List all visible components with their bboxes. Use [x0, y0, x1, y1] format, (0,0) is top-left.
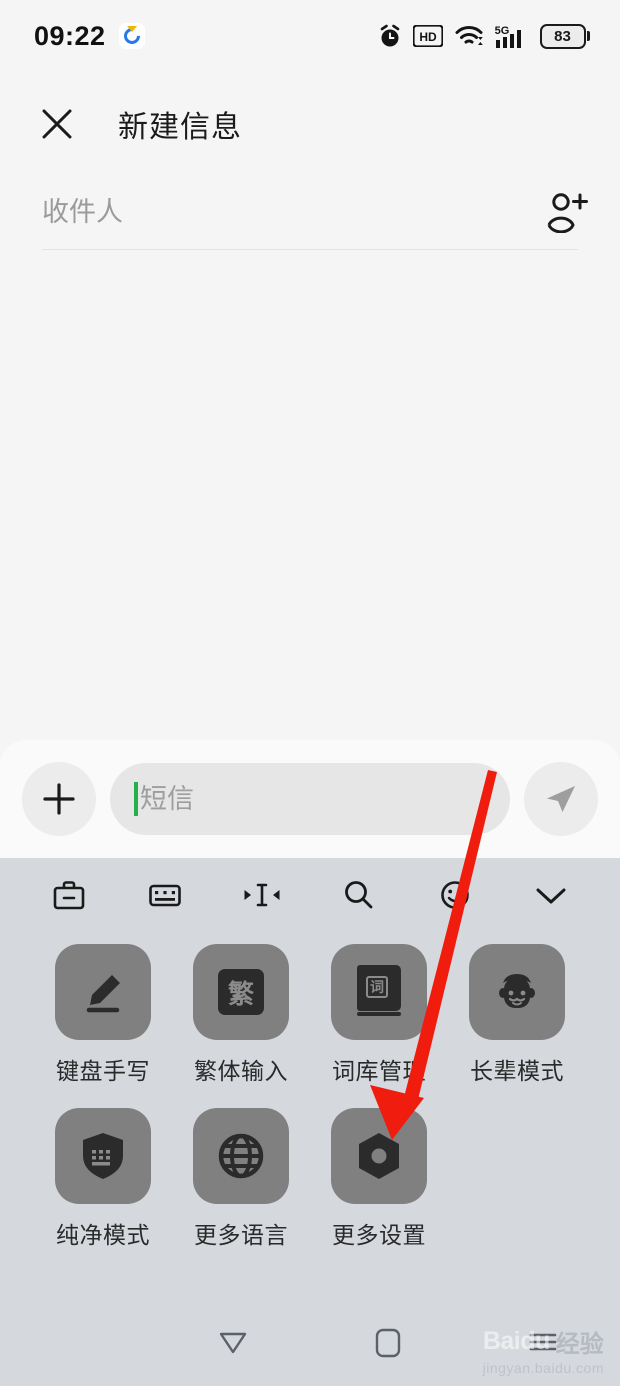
- tile-label: 繁体输入: [194, 1058, 288, 1084]
- sms-input-wrapper[interactable]: [110, 763, 510, 835]
- page-title: 新建信息: [118, 111, 242, 144]
- send-icon: [547, 786, 575, 812]
- 5g-signal-icon: 5G: [495, 23, 529, 49]
- dictionary-book-icon: 词: [331, 944, 427, 1040]
- tile-label: 纯净模式: [56, 1222, 150, 1248]
- tile-pure-mode[interactable]: 纯净模式: [34, 1108, 172, 1250]
- keyboard-icon[interactable]: [140, 870, 190, 920]
- recipient-row: [0, 176, 620, 248]
- message-list-area: [0, 250, 620, 740]
- status-bar-right: HD 5G 83: [378, 23, 590, 49]
- close-icon: [42, 109, 72, 139]
- keyboard-panel: 键盘手写 繁 繁体输入 词 词库管理 长辈模式 纯净模式 更多语言 更多设置: [0, 858, 620, 1298]
- hd-icon: HD: [412, 25, 443, 47]
- phone-screen: 09:22 HD 5G 83 新建信息 收件人 短信 键盘手写 繁 繁体输入 词…: [0, 0, 620, 1386]
- pencil-icon: [55, 944, 151, 1040]
- plus-icon: [43, 783, 75, 815]
- tile-label: 词库管理: [332, 1058, 426, 1084]
- add-contact-icon: [547, 193, 588, 233]
- tile-handwriting[interactable]: 键盘手写: [34, 944, 172, 1086]
- keyboard-toolbar: [0, 858, 620, 932]
- tile-label: 键盘手写: [56, 1058, 150, 1084]
- tile-more-languages[interactable]: 更多语言: [172, 1108, 310, 1250]
- shield-keyboard-icon: [55, 1108, 151, 1204]
- chevron-down-icon[interactable]: [526, 870, 576, 920]
- dictionary-glyph: 词: [366, 976, 388, 998]
- status-bar: 09:22 HD 5G 83: [0, 0, 620, 72]
- globe-icon: [193, 1108, 289, 1204]
- emoji-icon[interactable]: [430, 870, 480, 920]
- tile-dictionary[interactable]: 词 词库管理: [310, 944, 448, 1086]
- elder-face-icon: [469, 944, 565, 1040]
- search-icon[interactable]: [333, 870, 383, 920]
- back-button[interactable]: [155, 1298, 310, 1386]
- cursor-move-icon[interactable]: [237, 870, 287, 920]
- tile-label: 更多语言: [194, 1222, 288, 1248]
- tile-label: 长辈模式: [470, 1058, 564, 1084]
- gear-nut-icon: [331, 1108, 427, 1204]
- recipient-input[interactable]: [42, 196, 542, 228]
- home-button[interactable]: [310, 1298, 465, 1386]
- status-clock: 09:22: [34, 20, 106, 51]
- weather-app-icon: [118, 23, 145, 49]
- keyboard-feature-grid: 键盘手写 繁 繁体输入 词 词库管理 长辈模式 纯净模式 更多语言 更多设置: [0, 932, 620, 1250]
- alarm-icon: [378, 24, 402, 49]
- wifi-icon: [454, 24, 484, 48]
- status-bar-left: 09:22: [34, 21, 145, 52]
- traditional-chinese-icon: 繁: [193, 944, 289, 1040]
- add-contact-button[interactable]: [542, 188, 590, 236]
- tile-more-settings[interactable]: 更多设置: [310, 1108, 448, 1250]
- compose-bar: [0, 740, 620, 858]
- attach-button[interactable]: [22, 762, 96, 836]
- recents-menu-button[interactable]: [465, 1298, 620, 1386]
- toolbox-icon[interactable]: [44, 870, 94, 920]
- tile-label: 更多设置: [332, 1222, 426, 1248]
- send-button[interactable]: [524, 762, 598, 836]
- battery-icon: 83: [539, 23, 590, 49]
- back-icon: [219, 1332, 246, 1354]
- recents-menu-icon: [529, 1333, 556, 1351]
- system-navigation-bar: [0, 1298, 620, 1386]
- sms-input[interactable]: [138, 763, 510, 835]
- close-button[interactable]: [38, 105, 76, 143]
- tile-elder-mode[interactable]: 长辈模式: [448, 944, 586, 1086]
- traditional-glyph: 繁: [218, 969, 264, 1015]
- battery-level-label: 83: [554, 27, 571, 45]
- tile-traditional-chinese[interactable]: 繁 繁体输入: [172, 944, 310, 1086]
- svg-text:HD: HD: [419, 30, 437, 44]
- svg-text:5G: 5G: [495, 25, 509, 37]
- home-icon: [375, 1328, 400, 1358]
- app-header: 新建信息: [0, 86, 620, 162]
